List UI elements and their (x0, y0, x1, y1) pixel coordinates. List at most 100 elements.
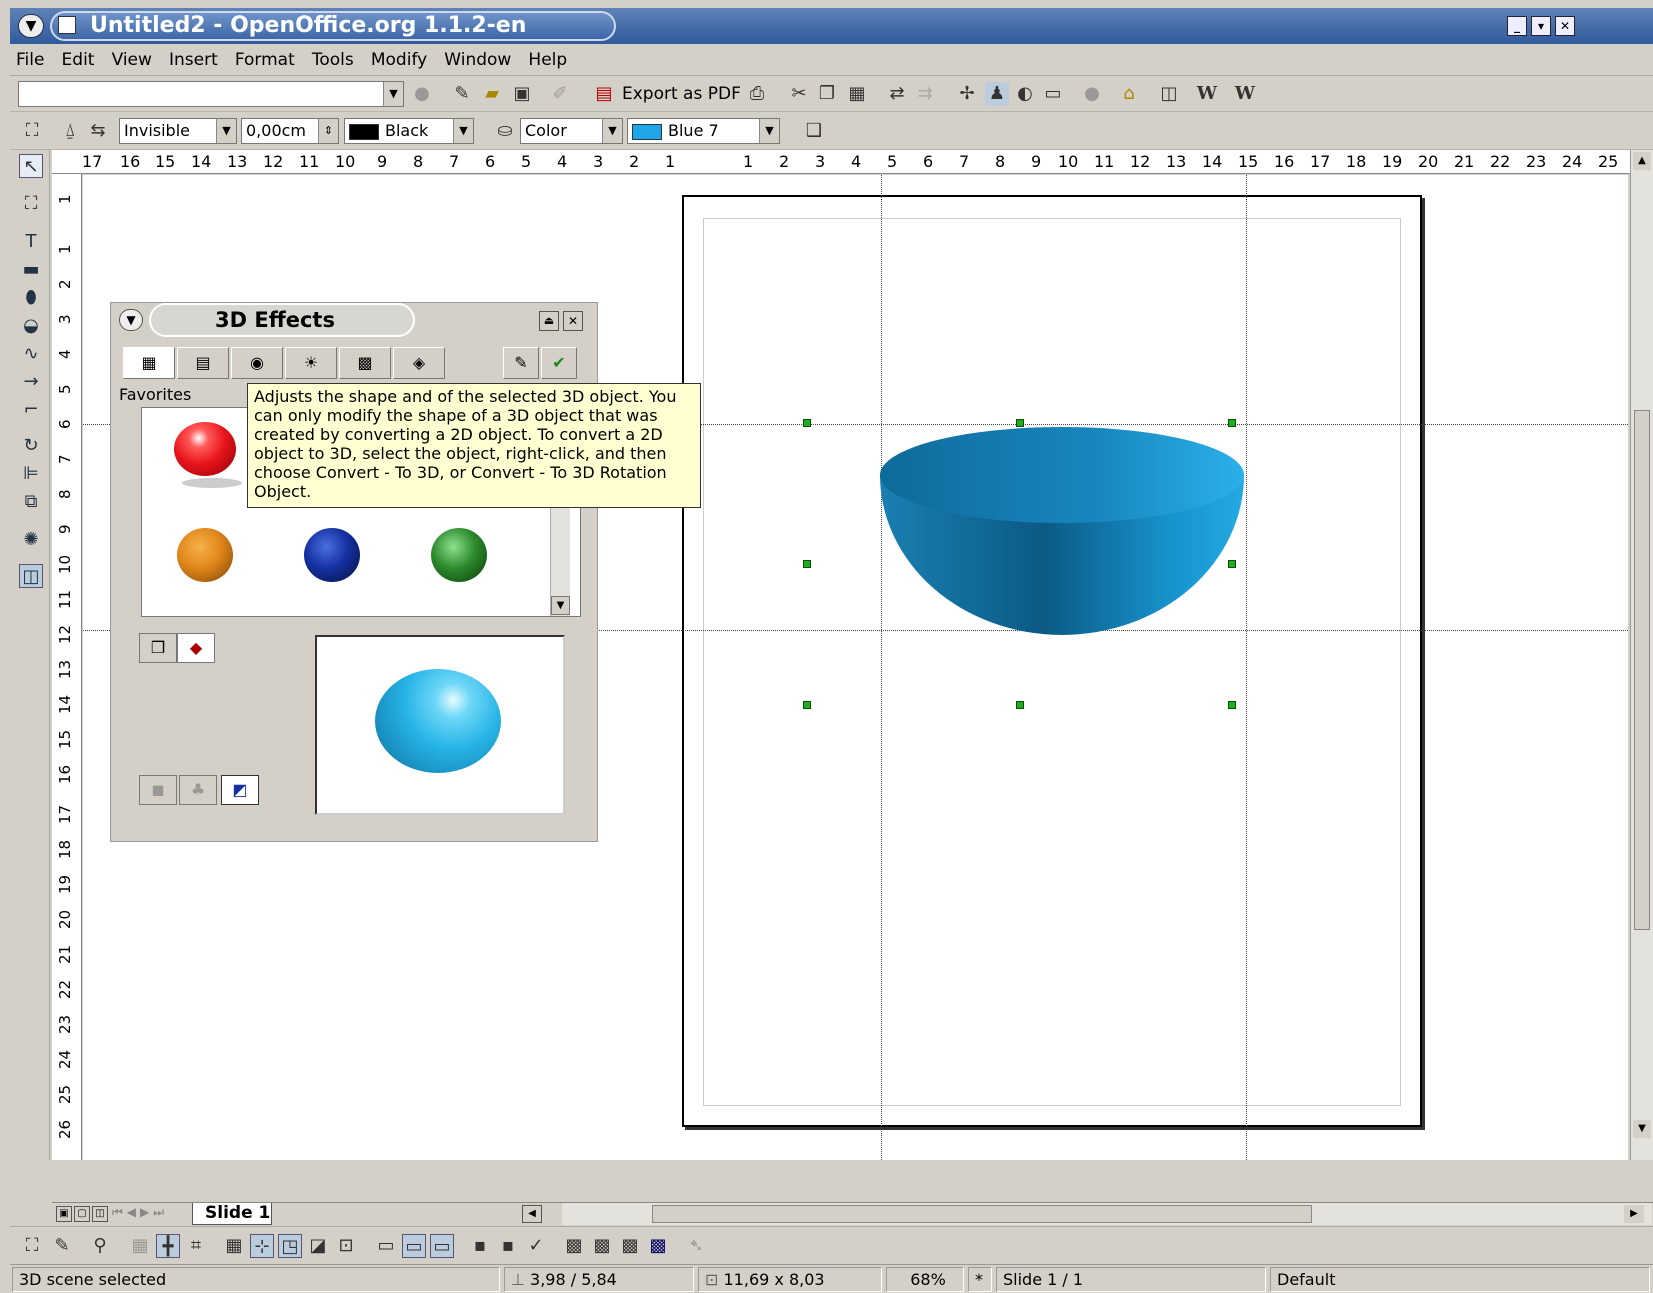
selection-handle[interactable] (1228, 701, 1236, 709)
scroll-up-icon[interactable]: ▲ (1633, 152, 1651, 170)
wordart-icon[interactable]: W (1195, 82, 1219, 106)
curve-icon[interactable]: ∿ (19, 342, 43, 366)
handles-large-icon[interactable]: ▪ (496, 1234, 520, 1258)
shading-tab[interactable]: ▤ (177, 347, 229, 379)
spin-arrows-icon[interactable]: ⇕ (318, 119, 338, 143)
snap-points-icon[interactable]: ⊡ (334, 1234, 358, 1258)
text-frame-icon[interactable]: ▭ (374, 1234, 398, 1258)
chevron-down-icon[interactable]: ▼ (216, 119, 236, 143)
tab-slide-1[interactable]: Slide 1 (192, 1203, 272, 1225)
navigator-icon[interactable]: ✢ (955, 82, 979, 106)
export-pdf-label[interactable]: Export as PDF (622, 81, 741, 107)
line-width-stepper[interactable]: 0,00cm ⇕ (241, 118, 339, 144)
selection-handle[interactable] (1228, 419, 1236, 427)
copy-icon[interactable]: ❐ (815, 82, 839, 106)
contour-mode-icon[interactable]: ▩ (646, 1234, 670, 1258)
3d-cube-icon[interactable]: ◩ (221, 775, 259, 805)
arrow-style-icon[interactable]: ⇆ (86, 119, 110, 143)
undo-icon[interactable]: ⇄ (885, 82, 909, 106)
rotation-mode-icon[interactable]: ⚲ (88, 1234, 112, 1258)
menu-tools[interactable]: Tools (306, 44, 360, 76)
insert-image-icon[interactable]: ⌂ (1117, 82, 1141, 106)
gallery-icon[interactable]: ◐ (1013, 82, 1037, 106)
rectangle-icon[interactable]: ▬ (19, 258, 43, 282)
grid-icon[interactable]: ▦ (128, 1234, 152, 1258)
slide-show-icon[interactable]: ▭ (1041, 82, 1065, 106)
alignment-icon[interactable]: ⊫ (19, 462, 43, 486)
paste-icon[interactable]: ▦ (845, 82, 869, 106)
cut-icon[interactable]: ✂ (787, 82, 811, 106)
rotate-icon[interactable]: ↻ (19, 434, 43, 458)
text-quick-edit-icon[interactable]: ▭ (430, 1234, 454, 1258)
url-combobox[interactable]: ▼ (18, 81, 404, 107)
favorite-green-sphere[interactable] (431, 528, 487, 582)
minimize-button[interactable]: _ (1507, 16, 1527, 36)
connector-icon[interactable]: ⌐ (19, 398, 43, 422)
print-icon[interactable]: ⎙ (745, 82, 769, 106)
tab-navigation-arrows[interactable]: ⏮◀▶⏭ (112, 1205, 188, 1223)
chevron-down-icon[interactable]: ▼ (759, 119, 779, 143)
chevron-down-icon[interactable]: ▼ (602, 119, 622, 143)
stop-loading-icon[interactable]: ● (410, 82, 434, 106)
selection-handle[interactable] (803, 701, 811, 709)
lightbulb-icon[interactable]: ☀ (285, 347, 337, 379)
save-icon[interactable]: ▣ (510, 82, 534, 106)
chevron-down-icon[interactable]: ▼ (453, 119, 473, 143)
scroll-thumb[interactable] (1634, 410, 1650, 930)
perspective-icon[interactable]: ♣ (179, 775, 217, 805)
snap-lines-icon[interactable]: ╋ (156, 1234, 180, 1258)
menu-insert[interactable]: Insert (163, 44, 224, 76)
close-icon[interactable]: ✕ (563, 311, 583, 331)
menu-help[interactable]: Help (522, 44, 573, 76)
notes-view-icon[interactable]: ◫ (92, 1206, 108, 1222)
selection-handle[interactable] (1016, 701, 1024, 709)
menu-window[interactable]: Window (438, 44, 517, 76)
toolbar-toggle-icon[interactable]: ⛶ (20, 119, 44, 143)
zoom-icon[interactable]: ⛶ (19, 192, 43, 216)
3d-objects-icon[interactable]: ◒ (19, 314, 43, 338)
edit-file-icon[interactable]: ✎ (450, 82, 474, 106)
preview-object-button[interactable]: ❒ (139, 633, 177, 663)
snap-border-icon[interactable]: ◪ (306, 1234, 330, 1258)
wordart-alt-icon[interactable]: W (1233, 82, 1257, 106)
area-color-select[interactable]: Blue 7 ▼ (627, 118, 780, 144)
illumination-tab[interactable]: ◉ (231, 347, 283, 379)
update-icon[interactable]: ✎ (503, 347, 539, 379)
effects-icon[interactable]: ✺ (19, 528, 43, 552)
chevron-down-icon[interactable]: ▼ (383, 82, 403, 106)
panel-menu-button[interactable]: ▼ (119, 309, 143, 331)
drawing-view-icon[interactable]: ▣ (56, 1206, 72, 1222)
area-style-select[interactable]: Color ▼ (520, 118, 623, 144)
3d-effects-icon[interactable]: ◫ (19, 564, 43, 588)
scroll-thumb[interactable] (652, 1205, 1312, 1223)
brush-icon[interactable]: ✎ (50, 1234, 74, 1258)
favorite-red-sphere[interactable] (174, 422, 236, 476)
preview-light-button[interactable]: ◆ (177, 633, 215, 663)
snap-page-margins-icon[interactable]: ◳ (278, 1234, 302, 1258)
selection-handle[interactable] (1228, 560, 1236, 568)
scroll-right-icon[interactable]: ▶ (1624, 1205, 1644, 1223)
vertical-ruler[interactable]: 1 1 2 3 4 5 6 7 8 9 10 11 12 13 14 15 16… (52, 174, 82, 1160)
menu-format[interactable]: Format (229, 44, 301, 76)
selection-handle[interactable] (803, 419, 811, 427)
shadow-icon[interactable]: ❑ (802, 119, 826, 143)
lines-arrows-icon[interactable]: → (19, 370, 43, 394)
snap-guides-icon[interactable]: ⊹ (250, 1234, 274, 1258)
area-fill-icon[interactable]: ⛀ (493, 119, 517, 143)
stylist-icon[interactable]: ♟ (985, 82, 1009, 106)
eject-icon[interactable]: ⏏ (539, 311, 559, 331)
record-icon[interactable]: ● (1080, 82, 1104, 106)
favorite-orange-sphere[interactable] (177, 528, 233, 582)
snap-grid-icon[interactable]: ▦ (222, 1234, 246, 1258)
menu-edit[interactable]: Edit (56, 44, 101, 76)
handles-simple-icon[interactable]: ▪ (468, 1234, 492, 1258)
selection-handle[interactable] (803, 560, 811, 568)
display-quality-icon[interactable]: ▩ (590, 1234, 614, 1258)
menu-file[interactable]: File (10, 44, 50, 76)
menu-view[interactable]: View (106, 44, 158, 76)
ellipse-icon[interactable]: ⬮ (19, 286, 43, 310)
chevron-down-icon[interactable]: ▼ (551, 596, 570, 615)
open-folder-icon[interactable]: ▰ (480, 82, 504, 106)
horizontal-ruler[interactable]: 17 16 15 14 13 12 11 10 9 8 7 6 5 4 3 2 … (52, 150, 1632, 174)
maximize-button[interactable]: ▾ (1531, 16, 1551, 36)
